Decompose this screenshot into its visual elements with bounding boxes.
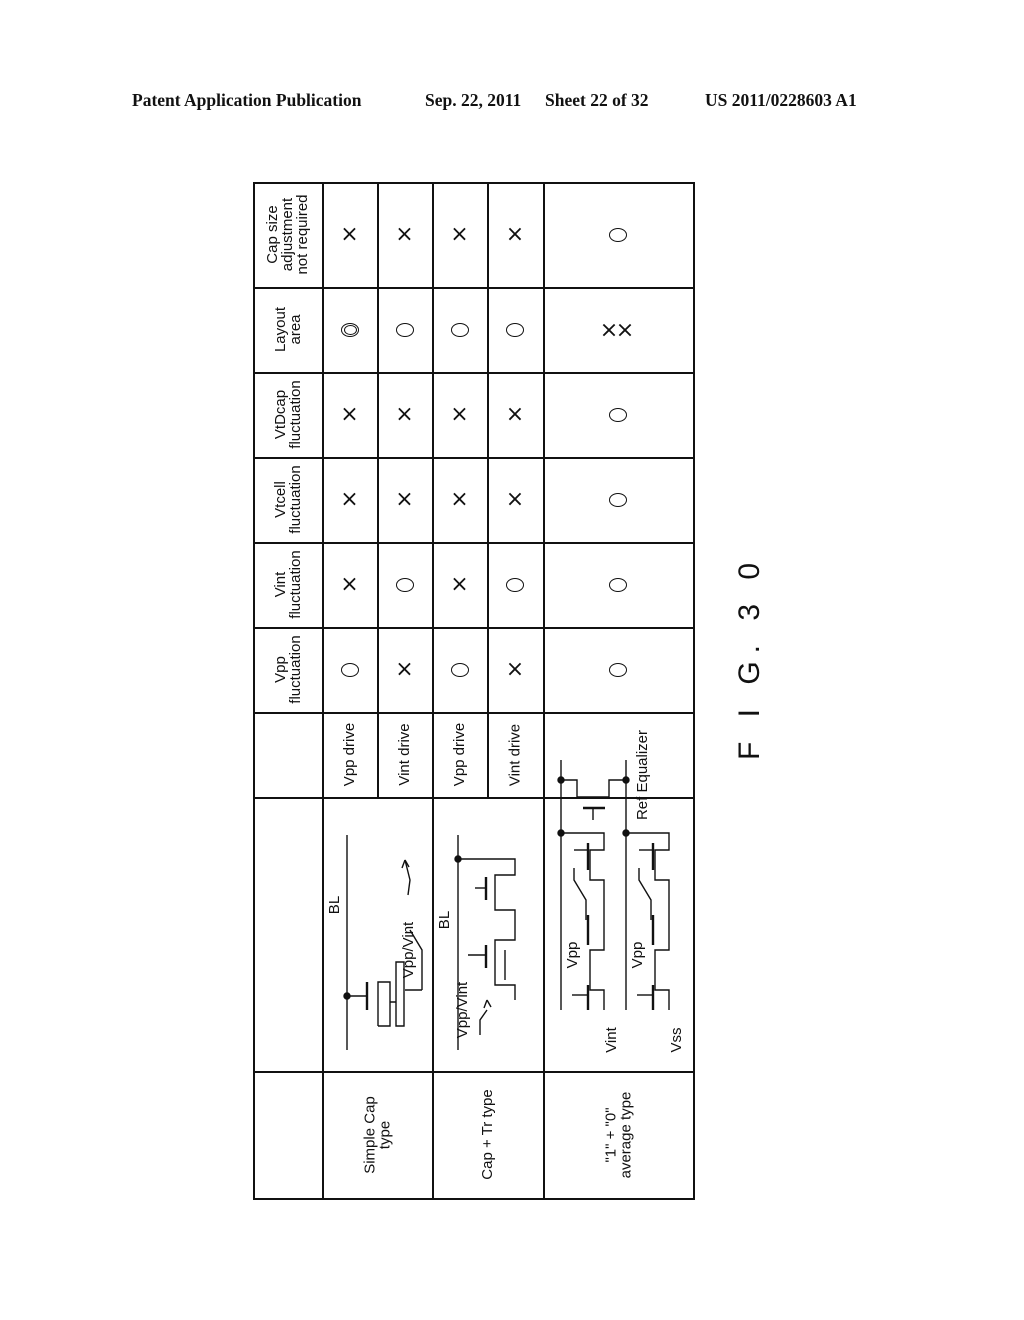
column-divider: [432, 182, 434, 712]
good-circle-icon: [449, 659, 471, 681]
row-divider: [253, 797, 693, 799]
sheet-number: Sheet 22 of 32: [545, 90, 649, 110]
poor-cross-icon: ×: [505, 401, 525, 427]
column-divider: [322, 182, 324, 712]
very-poor-double-cross-icon: × ×: [596, 320, 639, 339]
criterion-header-cap_size-line: not required: [294, 194, 311, 275]
poor-cross-icon: ×: [505, 656, 525, 682]
criterion-header-cap_size-line: adjustment: [279, 197, 296, 272]
criterion-header-layout_area: Layout area: [253, 287, 322, 372]
bitline-label: BL: [436, 910, 453, 930]
criterion-header-vpp-line: Vpp: [271, 656, 289, 683]
poor-cross-icon: ×: [340, 486, 359, 512]
drive-label: Vint drive: [506, 723, 523, 786]
voltage-label: Vpp/Vint: [454, 981, 471, 1039]
criterion-header-vtdcap-line: VtDcap: [271, 389, 289, 440]
table-border-right: [693, 182, 695, 1198]
patent-number: US 2011/0228603 A1: [705, 90, 857, 110]
criterion-header-layout_area-line: area: [286, 314, 304, 345]
criterion-header-layout_area-line: Layout: [271, 306, 289, 353]
drive-label: Vpp drive: [451, 722, 468, 787]
criterion-header-vint: Vint fluctuation: [253, 542, 322, 627]
poor-cross-icon: ×: [340, 571, 359, 597]
good-circle-icon: [504, 574, 526, 596]
excellent-double-circle-icon: [339, 319, 361, 341]
poor-cross-icon: ×: [505, 221, 525, 247]
poor-cross-icon: ×: [395, 401, 414, 427]
poor-cross-icon: ×: [450, 401, 469, 427]
criterion-header-vtcell-line: Vtcell: [271, 481, 289, 518]
good-circle-icon: [607, 489, 629, 511]
vint-label: Vint: [603, 1027, 620, 1053]
good-circle-icon: [394, 574, 416, 596]
poor-cross-icon: ×: [340, 221, 359, 247]
criterion-header-vtdcap: VtDcap fluctuation: [253, 372, 322, 457]
good-circle-icon: [339, 659, 361, 681]
type-name-2: "1" + "0" average type: [543, 1071, 693, 1198]
publication-date: Sep. 22, 2011: [425, 90, 522, 110]
criterion-header-vpp: Vpp fluctuation: [253, 627, 322, 712]
column-divider: [487, 182, 489, 712]
publication-label: Patent Application Publication: [132, 90, 362, 110]
good-circle-icon: [504, 319, 526, 341]
drive-label: Vint drive: [396, 723, 413, 786]
vpp-label: Vpp: [564, 941, 581, 969]
poor-cross-icon: ×: [395, 656, 414, 682]
type-name-1-line: Cap + Tr type: [479, 1089, 496, 1180]
criterion-header-cap_size: Cap size adjustment not required: [253, 182, 322, 287]
type-name-2-line: average type: [617, 1091, 634, 1178]
criterion-header-vtdcap-line: fluctuation: [286, 380, 304, 449]
poor-cross-icon: ×: [395, 486, 414, 512]
figure-label: F I G. 3 0: [733, 554, 766, 760]
type-name-1: Cap + Tr type: [432, 1071, 543, 1198]
good-circle-icon: [607, 404, 629, 426]
criterion-header-cap_size-line: Cap size: [264, 205, 281, 264]
voltage-label: Vpp/Vint: [400, 921, 417, 979]
poor-cross-icon: ×: [450, 571, 469, 597]
vpp-label: Vpp: [629, 941, 646, 969]
column-divider: [377, 182, 379, 712]
criterion-header-vpp-line: fluctuation: [286, 635, 304, 704]
type-name-2-line: "1" + "0": [602, 1106, 619, 1163]
bitline-label: BL: [326, 895, 343, 915]
poor-cross-icon: ×: [505, 486, 525, 512]
criterion-header-vint-line: Vint: [271, 571, 289, 598]
good-circle-icon: [394, 319, 416, 341]
poor-cross-icon: ×: [395, 221, 414, 247]
good-circle-icon: [449, 319, 471, 341]
type-name-0: Simple Cap type: [322, 1071, 432, 1198]
criterion-header-vtcell-line: fluctuation: [286, 465, 304, 534]
poor-cross-icon: ×: [340, 401, 359, 427]
good-circle-icon: [607, 224, 629, 246]
column-divider: [543, 182, 545, 712]
poor-cross-icon: ×: [450, 486, 469, 512]
ref-equalizer-label: Ref Equalizer: [634, 729, 651, 821]
good-circle-icon: [607, 659, 629, 681]
criterion-header-vtcell: Vtcell fluctuation: [253, 457, 322, 542]
type-name-0-line: type: [376, 1120, 393, 1149]
good-circle-icon: [607, 574, 629, 596]
criterion-header-vint-line: fluctuation: [286, 550, 304, 619]
poor-cross-icon: ×: [450, 221, 469, 247]
type-name-0-line: Simple Cap: [361, 1095, 378, 1174]
drive-label: Vpp drive: [341, 722, 358, 787]
vss-label: Vss: [668, 1027, 685, 1053]
